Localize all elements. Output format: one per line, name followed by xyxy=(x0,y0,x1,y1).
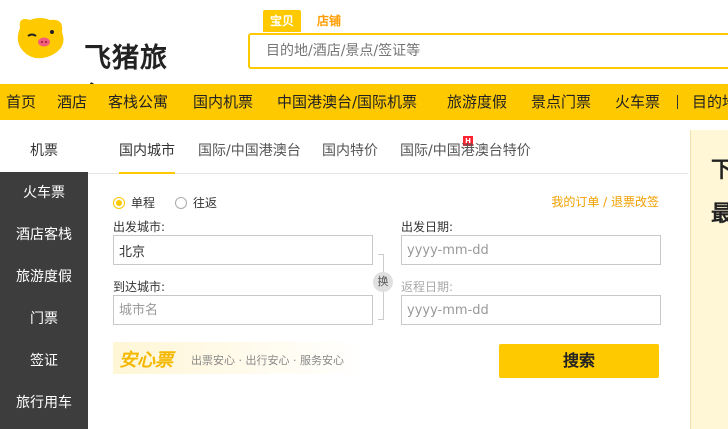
header: 飞猪旅行 宝贝 店铺 xyxy=(0,0,728,113)
sidebar-item-train[interactable]: 火车票 xyxy=(0,172,88,214)
search-tab-items[interactable]: 宝贝 xyxy=(263,10,301,32)
nav-divider xyxy=(677,95,678,109)
nav-item-tickets[interactable]: 景点门票 xyxy=(531,84,591,120)
nav-item-domestic-flights[interactable]: 国内机票 xyxy=(193,84,253,120)
search-tab-shops[interactable]: 店铺 xyxy=(314,10,344,32)
right-promo-line2: 最 xyxy=(711,202,728,227)
assurance-title: 安心票 xyxy=(119,350,173,371)
tab-domestic[interactable]: 国内城市 xyxy=(119,140,175,174)
nav-item-vacation[interactable]: 旅游度假 xyxy=(447,84,507,120)
flight-tabs: 国内城市 国际/中国港澳台 国内特价 H 国际/中国港澳台特价 xyxy=(88,130,688,174)
depart-date-label: 出发日期: xyxy=(401,220,454,234)
sidebar-item-flights[interactable]: 机票 xyxy=(0,130,88,172)
nav-item-train[interactable]: 火车票 xyxy=(615,84,660,120)
fliggy-pig-icon xyxy=(17,18,64,59)
from-city-label: 出发城市: xyxy=(113,220,166,234)
nav-item-destination[interactable]: 目的地 xyxy=(692,84,728,120)
sidebar-dark-list: 火车票 酒店客栈 旅游度假 门票 签证 旅行用车 xyxy=(0,172,88,429)
nav-item-home[interactable]: 首页 xyxy=(6,84,36,120)
flight-search-form: 单程 往返 我的订单 / 退票改签 出发城市: 出发日期: 换 到达城市: 返程… xyxy=(88,174,688,429)
assurance-banner: 安心票 出票安心 · 出行安心 · 服务安心 xyxy=(113,342,363,374)
return-date-field xyxy=(401,295,661,325)
return-date-label: 返程日期: xyxy=(401,280,454,294)
sidebar-item-visa[interactable]: 签证 xyxy=(0,340,88,382)
search-input[interactable] xyxy=(250,35,728,67)
sidebar-item-vacation[interactable]: 旅游度假 xyxy=(0,256,88,298)
from-city-input[interactable] xyxy=(114,236,372,264)
to-city-field xyxy=(113,295,373,325)
return-date-input[interactable] xyxy=(402,296,660,324)
swap-cities-button[interactable]: 换 xyxy=(373,272,393,292)
from-city-field xyxy=(113,235,373,265)
search-box xyxy=(248,33,728,69)
search-button[interactable]: 搜索 xyxy=(499,344,659,378)
depart-date-input[interactable] xyxy=(402,236,660,264)
nav-item-international-flights[interactable]: 中国港澳台/国际机票 xyxy=(277,84,417,120)
to-city-input[interactable] xyxy=(114,296,372,324)
radio-round-trip[interactable]: 往返 xyxy=(175,194,217,211)
radio-round-trip-label: 往返 xyxy=(193,196,218,210)
radio-one-way[interactable]: 单程 xyxy=(113,194,155,211)
tab-international-deals[interactable]: 国际/中国港澳台特价 xyxy=(400,140,531,170)
tab-international[interactable]: 国际/中国港澳台 xyxy=(198,140,301,170)
to-city-label: 到达城市: xyxy=(113,280,166,294)
sidebar-item-car[interactable]: 旅行用车 xyxy=(0,382,88,424)
radio-one-way-label: 单程 xyxy=(131,196,156,210)
sidebar-item-tickets[interactable]: 门票 xyxy=(0,298,88,340)
right-promo-line1: 下 xyxy=(711,158,728,183)
nav-item-hotel[interactable]: 酒店 xyxy=(57,84,87,120)
sidebar-item-hotel[interactable]: 酒店客栈 xyxy=(0,214,88,256)
assurance-subtitle: 出票安心 · 出行安心 · 服务安心 xyxy=(191,354,344,367)
depart-date-field xyxy=(401,235,661,265)
order-links[interactable]: 我的订单 / 退票改签 xyxy=(551,193,659,210)
logo[interactable]: 飞猪旅行 xyxy=(14,14,194,113)
tab-domestic-deals[interactable]: 国内特价 xyxy=(322,140,378,170)
right-promo-panel[interactable]: 下 最 xyxy=(690,130,728,429)
nav-item-inn[interactable]: 客栈公寓 xyxy=(108,84,168,120)
radio-checked-icon xyxy=(113,196,125,209)
main-nav: 首页 酒店 客栈公寓 国内机票 中国港澳台/国际机票 旅游度假 景点门票 火车票… xyxy=(0,84,728,120)
sidebar: 机票 火车票 酒店客栈 旅游度假 门票 签证 旅行用车 xyxy=(0,130,88,429)
radio-unchecked-icon xyxy=(175,196,187,209)
